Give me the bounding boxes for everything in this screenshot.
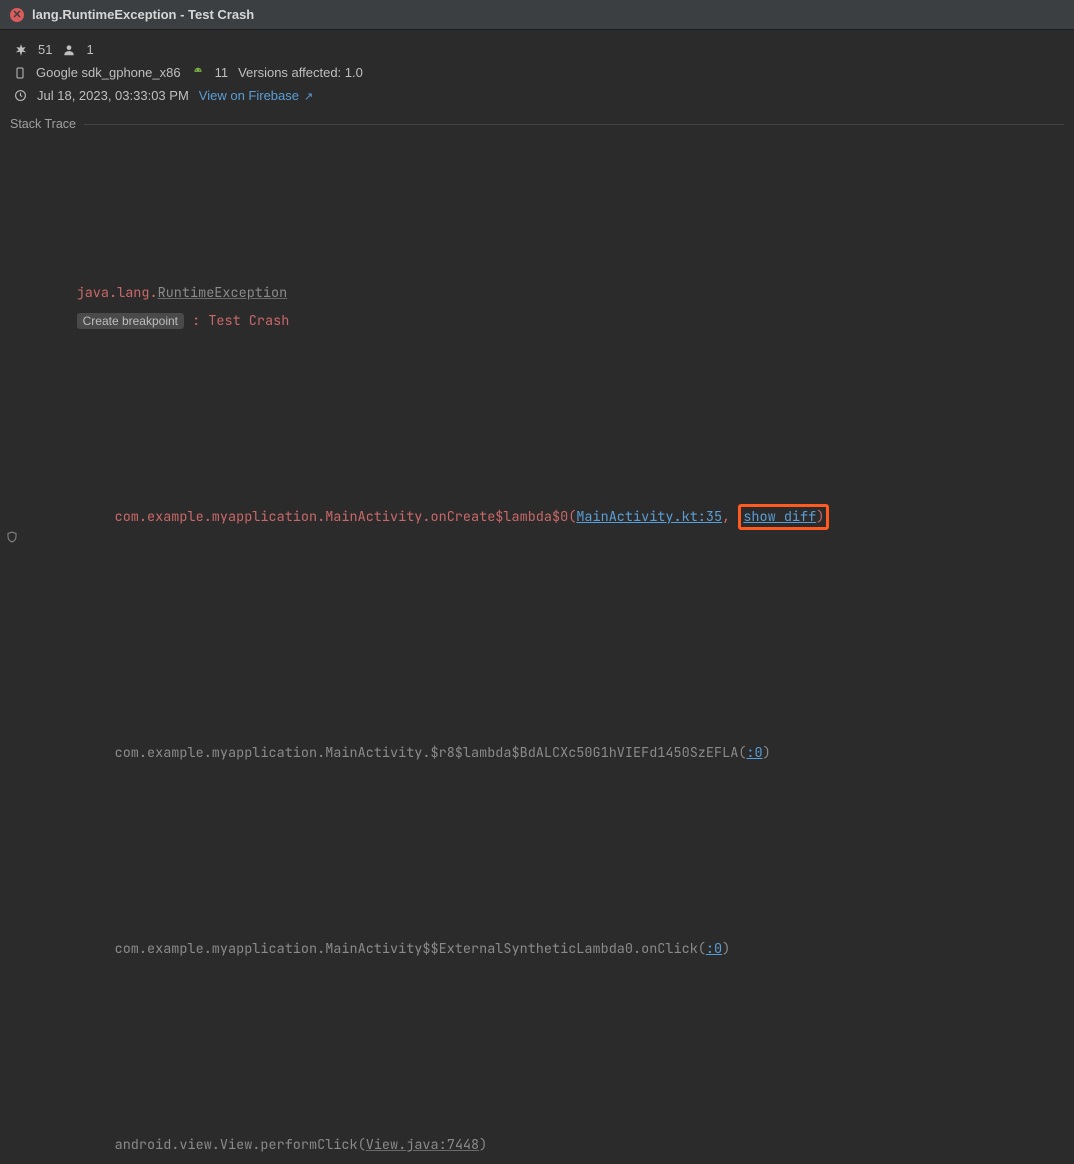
crash-count: 51 bbox=[38, 42, 52, 57]
source-link[interactable]: MainActivity.kt:35 bbox=[576, 508, 722, 526]
android-icon bbox=[191, 66, 205, 80]
stack-trace: java.lang.RuntimeException Create breakp… bbox=[0, 135, 1074, 1164]
show-diff-highlight: show diff) bbox=[738, 504, 829, 530]
stack-frame: com.example.myapplication.MainActivity.o… bbox=[6, 475, 1068, 599]
timestamp: Jul 18, 2023, 03:33:03 PM bbox=[37, 88, 189, 103]
user-icon bbox=[62, 43, 76, 57]
stack-frame: android.view.View.performClick(View.java… bbox=[6, 1103, 1068, 1164]
source-link[interactable]: :0 bbox=[706, 940, 722, 958]
window-header: ✕ lang.RuntimeException - Test Crash bbox=[0, 0, 1074, 30]
api-level: 11 bbox=[215, 65, 229, 80]
source-link[interactable]: :0 bbox=[746, 744, 762, 762]
device-icon bbox=[14, 66, 26, 80]
source-link[interactable]: View.java:7448 bbox=[366, 1136, 479, 1154]
exception-class[interactable]: RuntimeException bbox=[158, 284, 288, 302]
versions-affected: Versions affected: 1.0 bbox=[238, 65, 363, 80]
header-title: lang.RuntimeException - Test Crash bbox=[32, 7, 254, 22]
external-link-icon: ↗ bbox=[301, 91, 313, 103]
device-name: Google sdk_gphone_x86 bbox=[36, 65, 181, 80]
meta-row-counts: 51 1 bbox=[0, 30, 1074, 61]
exception-message: Test Crash bbox=[208, 312, 289, 330]
stack-frame: com.example.myapplication.MainActivity.$… bbox=[6, 711, 1068, 795]
exception-package: java.lang. bbox=[77, 284, 158, 302]
stack-frame: com.example.myapplication.MainActivity$$… bbox=[6, 907, 1068, 991]
show-diff-link[interactable]: show diff bbox=[743, 508, 816, 526]
error-icon: ✕ bbox=[10, 8, 24, 22]
shield-icon bbox=[6, 475, 26, 599]
user-count: 1 bbox=[86, 42, 93, 57]
clock-icon bbox=[14, 89, 27, 102]
stack-trace-section-label: Stack Trace bbox=[0, 113, 1074, 135]
exception-line: java.lang.RuntimeException Create breakp… bbox=[6, 251, 1068, 363]
meta-row-device: Google sdk_gphone_x86 11 Versions affect… bbox=[0, 61, 1074, 84]
view-on-firebase-link[interactable]: View on Firebase ↗ bbox=[199, 88, 314, 103]
crash-icon bbox=[14, 43, 28, 57]
meta-row-time: Jul 18, 2023, 03:33:03 PM View on Fireba… bbox=[0, 84, 1074, 113]
create-breakpoint-button[interactable]: Create breakpoint bbox=[77, 313, 184, 329]
